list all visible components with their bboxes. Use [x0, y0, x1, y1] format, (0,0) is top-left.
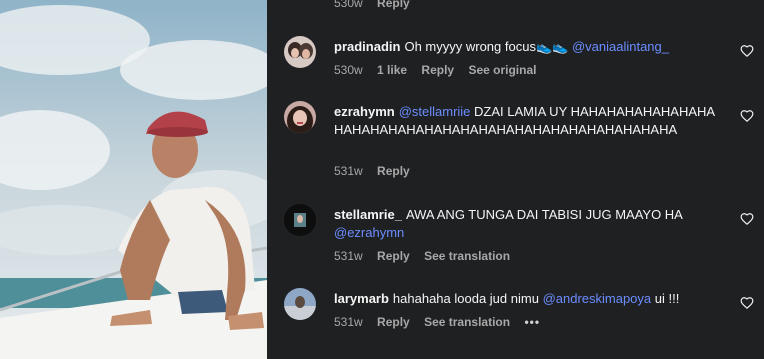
- reply-button[interactable]: Reply: [421, 63, 454, 77]
- comment-time: 531w: [334, 315, 363, 329]
- avatar[interactable]: [284, 288, 316, 320]
- comment-body-end: ui !!!: [654, 291, 680, 306]
- see-translation-button[interactable]: See translation: [424, 249, 510, 263]
- comment-time: 531w: [334, 249, 363, 263]
- comment-username[interactable]: stellamrie_: [334, 207, 402, 222]
- comment: ezrahymn @stellamriie DZAI LAMIA UY HAHAH…: [284, 101, 754, 181]
- comment-meta: 531w Reply See translation: [334, 249, 521, 263]
- reply-button[interactable]: Reply: [377, 164, 410, 178]
- comment-meta: 530w 1 like Reply See original: [334, 63, 547, 77]
- mention-link[interactable]: @vaniaalintang_: [572, 39, 669, 54]
- mention-link[interactable]: @stellamriie: [399, 104, 471, 119]
- heart-outline-icon[interactable]: [740, 212, 754, 226]
- comment-body: AWA ANG TUNGA DAI TABISI JUG MAAYO HA: [405, 207, 683, 222]
- partial-comment-meta: 530w Reply: [334, 0, 421, 10]
- comment: pradinadin Oh myyyy wrong focus👟👟 @vaniaa…: [284, 36, 754, 84]
- comment: larymarb hahahaha looda jud nimu @andresk…: [284, 288, 754, 336]
- comment-time: 530w: [334, 0, 363, 10]
- mention-link[interactable]: @ezrahymn: [334, 225, 404, 240]
- comment-username[interactable]: pradinadin: [334, 39, 400, 54]
- comment-text: stellamrie_ AWA ANG TUNGA DAI TABISI JUG …: [334, 206, 724, 242]
- heart-outline-icon[interactable]: [740, 44, 754, 58]
- more-horizontal-icon[interactable]: •••: [524, 315, 540, 329]
- comment-text: ezrahymn @stellamriie DZAI LAMIA UY HAHAH…: [334, 103, 724, 139]
- avatar[interactable]: [284, 204, 316, 236]
- see-translation-button[interactable]: See translation: [424, 315, 510, 329]
- post-photo: [0, 0, 267, 359]
- emoji: 👟👟: [535, 39, 569, 54]
- reply-button[interactable]: Reply: [377, 315, 410, 329]
- comment-text: pradinadin Oh myyyy wrong focus👟👟 @vaniaa…: [334, 38, 724, 56]
- avatar[interactable]: [284, 101, 316, 133]
- reply-button[interactable]: Reply: [377, 249, 410, 263]
- see-original-button[interactable]: See original: [468, 63, 536, 77]
- comment-body: hahahaha looda jud nimu: [392, 291, 539, 306]
- comment-meta: 531w Reply: [334, 164, 421, 178]
- comment-time: 531w: [334, 164, 363, 178]
- reply-button[interactable]: Reply: [377, 0, 410, 10]
- comment-time: 530w: [334, 63, 363, 77]
- comment-body: Oh myyyy wrong focus: [404, 39, 536, 54]
- comment-text: larymarb hahahaha looda jud nimu @andresk…: [334, 290, 724, 308]
- heart-outline-icon[interactable]: [740, 109, 754, 123]
- comment: stellamrie_ AWA ANG TUNGA DAI TABISI JUG …: [284, 204, 754, 266]
- mention-link[interactable]: @andreskimapoya: [543, 291, 652, 306]
- comment-username[interactable]: ezrahymn: [334, 104, 395, 119]
- comment-meta: 531w Reply See translation •••: [334, 315, 551, 329]
- avatar[interactable]: [284, 36, 316, 68]
- likes-count[interactable]: 1 like: [377, 63, 407, 77]
- comments-panel: 530w Reply pradinadin Oh myyyy wrong focu…: [267, 0, 764, 359]
- heart-outline-icon[interactable]: [740, 296, 754, 310]
- comment-username[interactable]: larymarb: [334, 291, 389, 306]
